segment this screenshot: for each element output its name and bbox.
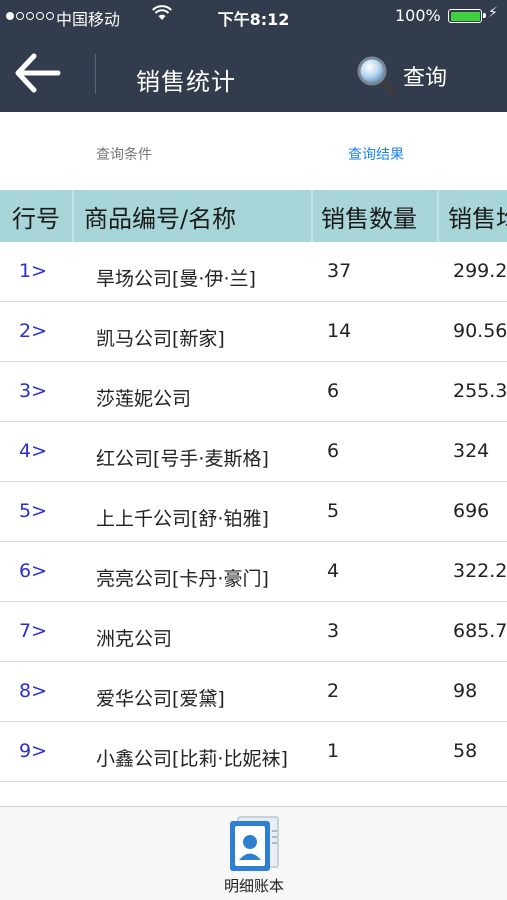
row-number: 3> [19,380,48,402]
sales-quantity: 6 [327,440,340,462]
page-title: 销售统计 [136,68,236,96]
bottom-toolbar: 明细账本 [0,806,507,900]
row-number: 4> [19,440,48,462]
battery-icon [448,9,486,23]
sales-quantity: 3 [327,620,340,642]
column-header-sales-quantity: 销售数量 [321,205,417,233]
sales-quantity: 1 [327,740,340,762]
status-bar: 中国移动 下午8:12 100% ⚡ [0,0,507,34]
sales-amount: 324 [453,440,490,462]
query-button[interactable]: 查询 [355,54,447,98]
product-name: 洲克公司 [96,628,173,650]
battery-percent: 100% [395,6,441,25]
detail-ledger-button[interactable]: 明细账本 [208,813,300,897]
charging-icon: ⚡ [488,5,498,21]
sales-amount: 299.2 [453,260,507,282]
table-row[interactable]: 3> 莎莲妮公司 6 255.3 [0,362,507,422]
sales-quantity: 5 [327,500,340,522]
nav-bar: 销售统计 查询 [0,34,507,112]
sales-amount: 58 [453,740,478,762]
magnifier-icon [357,56,397,96]
row-number: 1> [19,260,48,282]
row-number: 2> [19,320,48,342]
product-name: 爱华公司[爱黛] [96,688,225,710]
column-header-row-number: 行号 [12,205,60,233]
sales-quantity: 6 [327,380,340,402]
column-separator [72,190,74,242]
product-name: 亮亮公司[卡丹·豪门] [96,568,269,590]
sales-quantity: 4 [327,560,340,582]
table-row[interactable]: 6> 亮亮公司[卡丹·豪门] 4 322.2 [0,542,507,602]
sales-amount: 685.7 [453,620,507,642]
tab-query-conditions[interactable]: 查询条件 [96,144,152,164]
back-button[interactable] [12,50,66,96]
table-row[interactable]: 5> 上上千公司[舒·铂雅] 5 696 [0,482,507,542]
row-number: 9> [19,740,48,762]
column-header-sales-amount: 销售均 [448,205,507,233]
row-number: 6> [19,560,48,582]
nav-divider [95,54,96,94]
segment-tabs: 查询条件 查询结果 [0,112,507,190]
ledger-label: 明细账本 [223,877,284,895]
product-name: 凯马公司[新家] [96,328,225,350]
row-number: 8> [19,680,48,702]
sales-table-body: 1> 旱场公司[曼·伊·兰] 37 299.2 2> 凯马公司[新家] 14 9… [0,242,507,782]
product-name: 小鑫公司[比莉·比妮袜] [96,748,288,770]
back-arrow-icon [15,53,61,93]
table-header: 行号 商品编号/名称 销售数量 销售均 [0,190,507,242]
row-number: 5> [19,500,48,522]
product-name: 旱场公司[曼·伊·兰] [96,268,256,290]
sales-amount: 90.56 [453,320,507,342]
product-name: 莎莲妮公司 [96,388,192,410]
sales-amount: 696 [453,500,490,522]
column-separator [437,190,439,242]
product-name: 红公司[号手·麦斯格] [96,448,269,470]
product-name: 上上千公司[舒·铂雅] [96,508,269,530]
sales-amount: 98 [453,680,478,702]
query-label: 查询 [403,66,448,91]
row-number: 7> [19,620,48,642]
table-row[interactable]: 1> 旱场公司[曼·伊·兰] 37 299.2 [0,242,507,302]
tab-query-results[interactable]: 查询结果 [348,144,404,164]
sales-quantity: 14 [327,320,352,342]
column-header-product: 商品编号/名称 [84,205,237,233]
ledger-book-icon [230,816,279,871]
sales-quantity: 37 [327,260,352,282]
table-row[interactable]: 9> 小鑫公司[比莉·比妮袜] 1 58 [0,722,507,782]
table-row[interactable]: 8> 爱华公司[爱黛] 2 98 [0,662,507,722]
sales-amount: 255.3 [453,380,507,402]
table-row[interactable]: 7> 洲克公司 3 685.7 [0,602,507,662]
sales-quantity: 2 [327,680,340,702]
table-row[interactable]: 2> 凯马公司[新家] 14 90.56 [0,302,507,362]
table-row[interactable]: 4> 红公司[号手·麦斯格] 6 324 [0,422,507,482]
column-separator [311,190,313,242]
sales-amount: 322.2 [453,560,507,582]
